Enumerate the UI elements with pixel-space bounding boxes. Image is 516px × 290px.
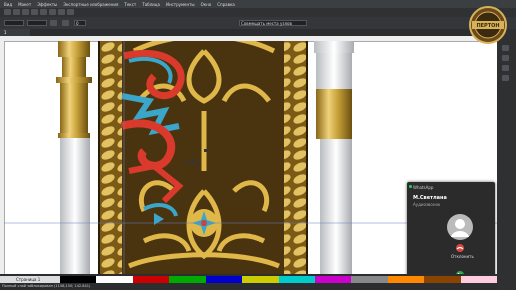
menu-bar: Вид Макет Эффекты Экспортные изображения… bbox=[0, 0, 516, 8]
smooth-icon[interactable] bbox=[62, 20, 69, 26]
menu-item-help[interactable]: Справка bbox=[217, 2, 235, 7]
open-icon[interactable] bbox=[13, 9, 20, 15]
docker-align-icon[interactable] bbox=[502, 75, 509, 81]
page-tab[interactable]: Страница 1 bbox=[0, 276, 60, 283]
docker-transform-icon[interactable] bbox=[502, 65, 509, 71]
phone-hangup-icon bbox=[456, 246, 464, 250]
menu-item-view[interactable]: Вид bbox=[4, 2, 12, 7]
status-text: Полный слой заблокирован (1158;150; 142.… bbox=[2, 284, 91, 288]
docker-objects-icon[interactable] bbox=[502, 55, 509, 61]
decline-label: Отклонить bbox=[451, 254, 474, 259]
notification-app-name: WhatsApp bbox=[413, 185, 434, 190]
menu-item-text[interactable]: Текст bbox=[124, 2, 136, 7]
right-rope-border bbox=[284, 41, 306, 274]
brand-logo: ПЕРТОН bbox=[469, 6, 507, 44]
left-column bbox=[56, 41, 92, 274]
right-column bbox=[314, 41, 354, 274]
print-icon[interactable] bbox=[31, 9, 38, 15]
menu-item-tools[interactable]: Инструменты bbox=[166, 2, 195, 7]
left-rope-border bbox=[100, 41, 122, 274]
docker-properties-icon[interactable] bbox=[502, 45, 509, 51]
node-icon[interactable] bbox=[50, 20, 57, 26]
menu-item-effects[interactable]: Эффекты bbox=[37, 2, 57, 7]
new-icon[interactable] bbox=[4, 9, 11, 15]
tab-document[interactable]: 1 bbox=[0, 29, 30, 36]
menu-item-export[interactable]: Экспортные изображения bbox=[63, 2, 118, 7]
decline-call-button[interactable] bbox=[456, 244, 464, 252]
export-icon[interactable] bbox=[67, 9, 74, 15]
call-type: Аудиозвонок bbox=[413, 202, 441, 207]
menu-item-layout[interactable]: Макет bbox=[18, 2, 31, 7]
x-field[interactable] bbox=[4, 20, 24, 26]
document-tabbar: 1 bbox=[0, 29, 516, 36]
undo-icon[interactable] bbox=[40, 9, 47, 15]
person-icon bbox=[451, 219, 469, 237]
whatsapp-icon bbox=[409, 185, 412, 188]
zoom-field[interactable]: 0 bbox=[74, 20, 86, 26]
import-icon[interactable] bbox=[58, 9, 65, 15]
save-icon[interactable] bbox=[22, 9, 29, 15]
menu-item-window[interactable]: Окно bbox=[201, 2, 212, 7]
menu-item-table[interactable]: Таблица bbox=[142, 2, 160, 7]
caller-name: М.Светлана bbox=[413, 195, 447, 201]
color-palette[interactable] bbox=[60, 276, 498, 283]
logo-text: ПЕРТОН bbox=[476, 23, 499, 29]
right-docker bbox=[497, 29, 516, 290]
redo-icon[interactable] bbox=[49, 9, 56, 15]
y-field[interactable] bbox=[27, 20, 47, 26]
caller-avatar bbox=[447, 214, 473, 240]
search-input[interactable]: Совмещать места узлов bbox=[239, 20, 307, 26]
